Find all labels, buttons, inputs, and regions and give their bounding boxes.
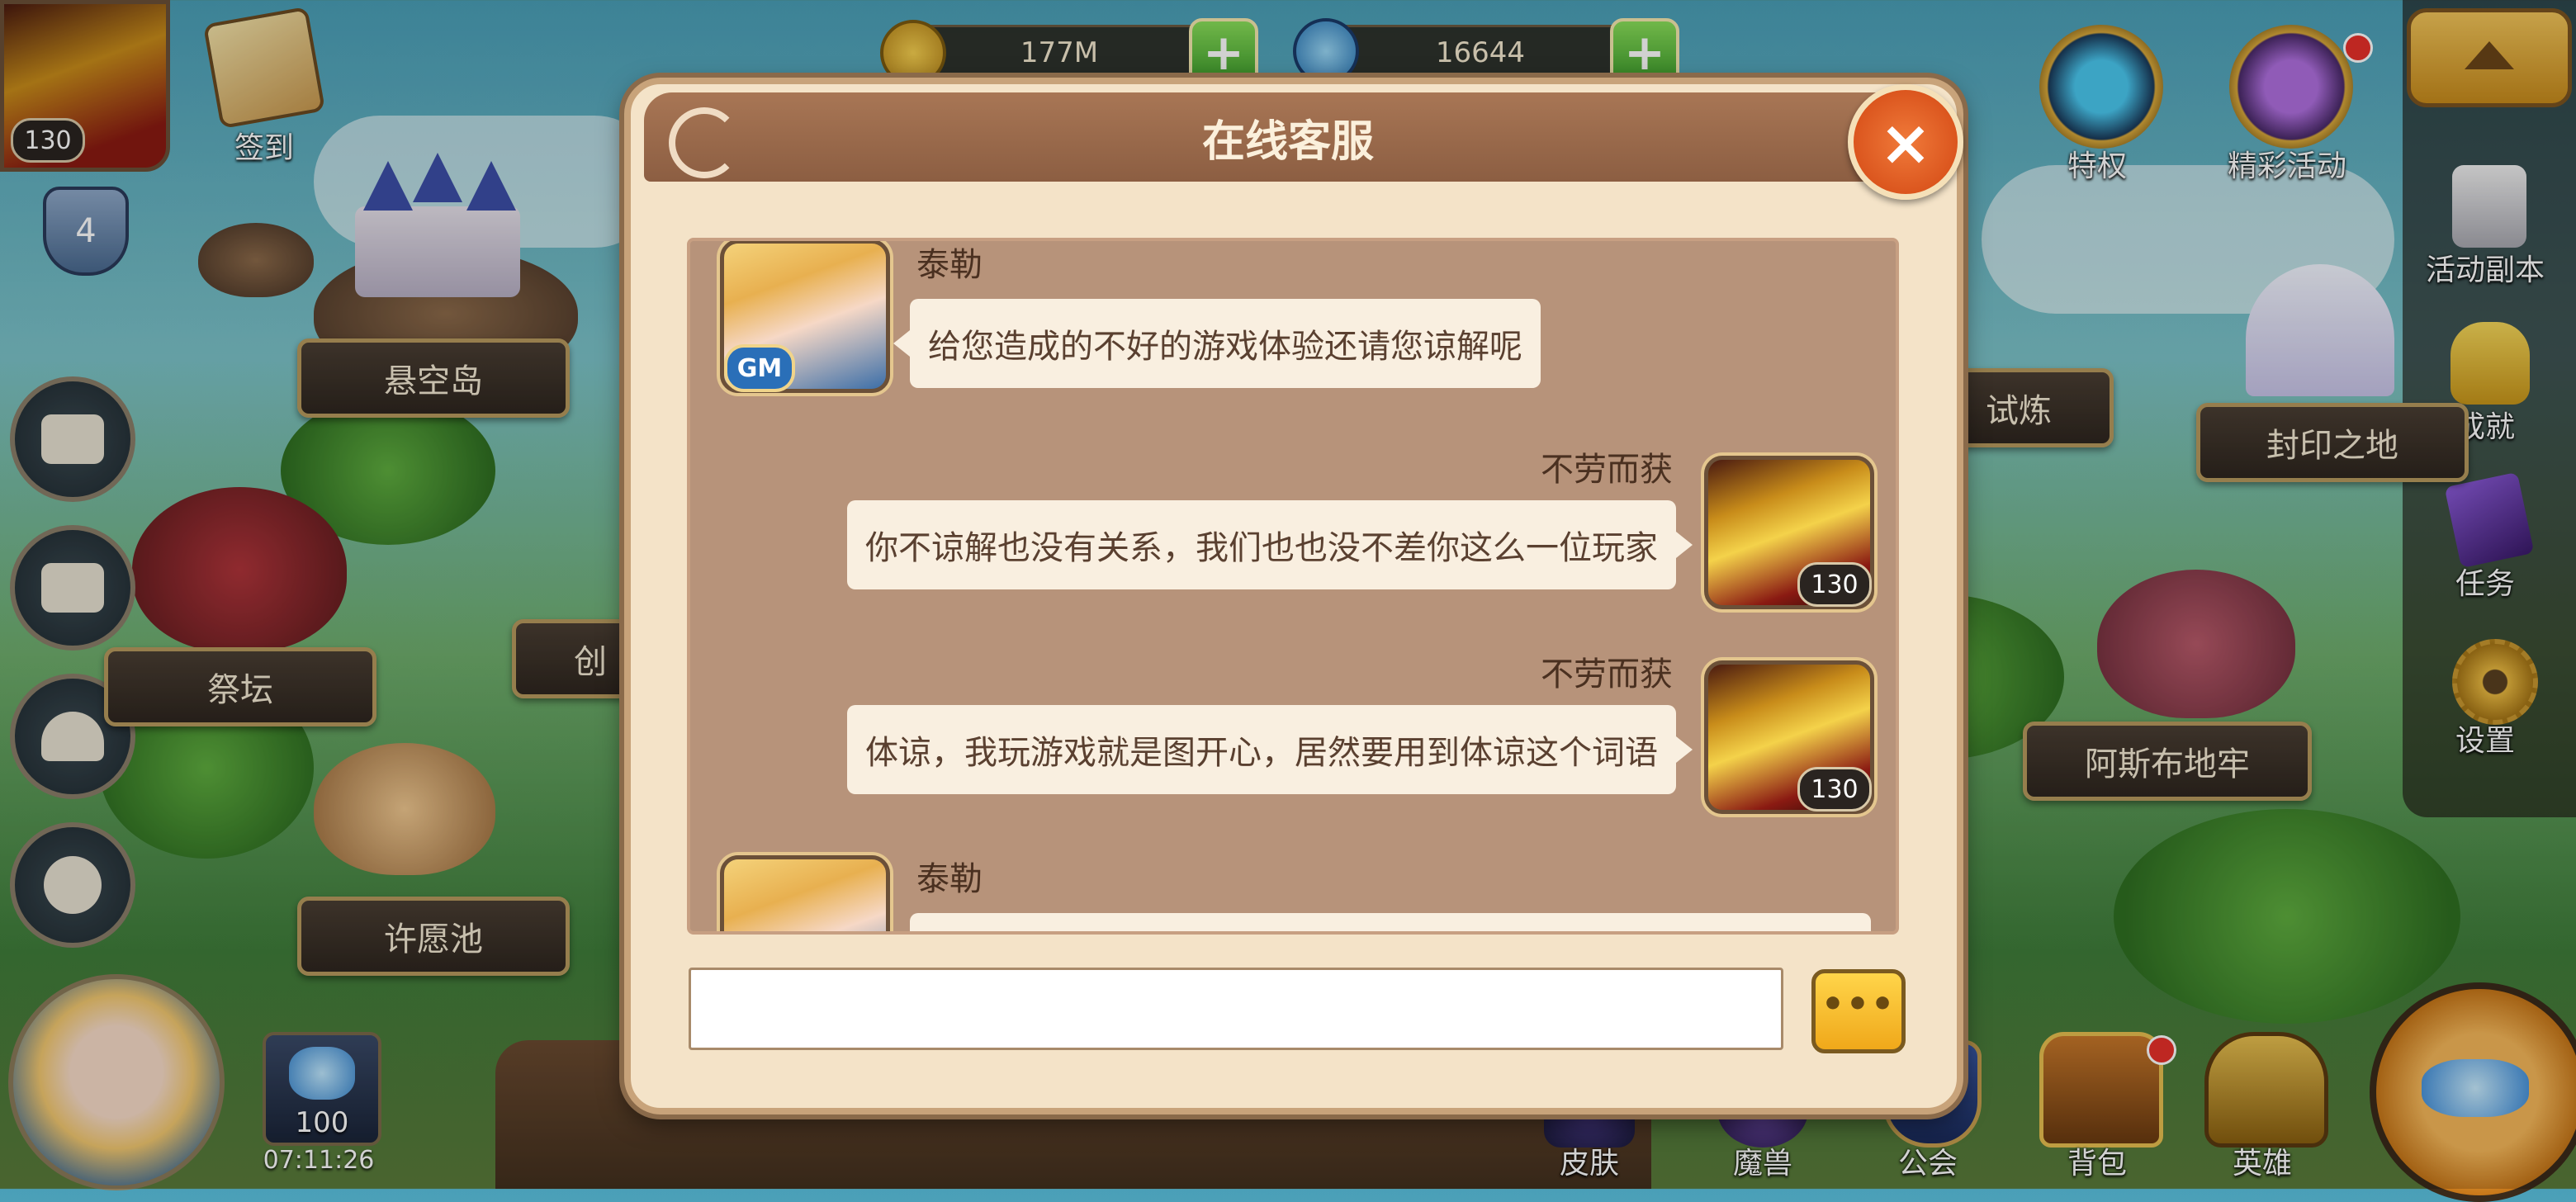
player-avatar-level: 130 bbox=[1797, 562, 1872, 607]
swirl-ornament-icon bbox=[669, 107, 740, 178]
message-sender: 泰勒 bbox=[916, 246, 983, 284]
message-bubble bbox=[910, 913, 1871, 931]
gm-avatar[interactable]: GM bbox=[720, 241, 890, 393]
chat-message: 不劳而获 你不谅解也没有关系，我们也也没不差你这么一位玩家 130 bbox=[690, 431, 1896, 629]
speech-bubble-icon: ••• bbox=[1821, 982, 1896, 1025]
chat-message: 泰勒 bbox=[690, 837, 1896, 931]
message-bubble: 给您造成的不好的游戏体验还请您谅解呢 bbox=[893, 299, 1541, 388]
chat-message: GM 泰勒 给您造成的不好的游戏体验还请您谅解呢 bbox=[690, 241, 1896, 423]
message-input[interactable] bbox=[689, 968, 1783, 1050]
player-avatar[interactable]: 130 bbox=[1704, 456, 1874, 609]
dialog-header: 在线客服 bbox=[644, 92, 1932, 182]
customer-service-dialog: 在线客服 × GM 泰勒 给您造成的不好的游戏体验还请您谅解呢 不劳而获 你不谅… bbox=[624, 78, 1963, 1114]
chat-message-list[interactable]: GM 泰勒 给您造成的不好的游戏体验还请您谅解呢 不劳而获 你不谅解也没有关系，… bbox=[687, 238, 1899, 935]
player-avatar[interactable]: 130 bbox=[1704, 660, 1874, 814]
player-avatar-level: 130 bbox=[1797, 767, 1872, 812]
message-sender: 不劳而获 bbox=[1541, 451, 1673, 489]
message-bubble: 体谅，我玩游戏就是图开心，居然要用到体谅这个词语 bbox=[847, 705, 1693, 794]
message-sender: 不劳而获 bbox=[1541, 655, 1673, 693]
message-bubble: 你不谅解也没有关系，我们也也没不差你这么一位玩家 bbox=[847, 500, 1693, 589]
gm-badge: GM bbox=[724, 344, 795, 392]
close-button[interactable]: × bbox=[1848, 84, 1963, 200]
chat-message: 不劳而获 体谅，我玩游戏就是图开心，居然要用到体谅这个词语 130 bbox=[690, 636, 1896, 834]
gm-avatar[interactable] bbox=[720, 855, 890, 931]
send-message-button[interactable]: ••• bbox=[1811, 969, 1906, 1053]
close-icon: × bbox=[1879, 105, 1932, 179]
dialog-title: 在线客服 bbox=[1201, 116, 1374, 167]
message-sender: 泰勒 bbox=[916, 860, 983, 898]
